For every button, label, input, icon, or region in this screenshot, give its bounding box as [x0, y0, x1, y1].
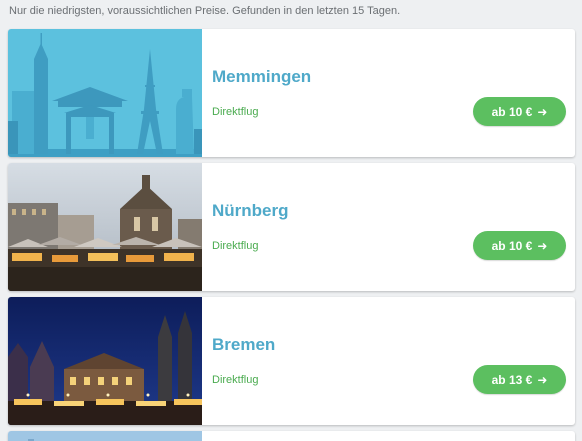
destination-image-memmingen — [8, 29, 202, 157]
destination-card-partial[interactable] — [8, 431, 575, 441]
price-label: ab 10 € — [491, 104, 533, 119]
price-label: ab 13 € — [491, 372, 533, 387]
price-button[interactable]: ab 10 € ➜ — [473, 231, 566, 260]
price-button[interactable]: ab 10 € ➜ — [473, 97, 566, 126]
city-name: Bremen — [212, 335, 276, 354]
destination-card-memmingen[interactable]: Memmingen Direktflug ab 10 € ➜ — [8, 29, 575, 157]
price-button[interactable]: ab 13 € ➜ — [473, 365, 566, 394]
price-disclaimer: Nur die niedrigsten, voraussichtlichen P… — [9, 5, 401, 17]
arrow-right-icon: ➜ — [537, 372, 548, 387]
arrow-right-icon: ➜ — [537, 238, 548, 253]
destination-card-bremen[interactable]: Bremen Direktflug ab 13 € ➜ — [8, 297, 575, 425]
flight-type-label: Direktflug — [212, 106, 259, 118]
price-label: ab 10 € — [491, 238, 533, 253]
flight-type-label: Direktflug — [212, 240, 259, 252]
destination-card-nuernberg[interactable]: Nürnberg Direktflug ab 10 € ➜ — [8, 163, 575, 291]
destination-image-nuernberg — [8, 163, 202, 291]
destination-image-partial — [8, 431, 202, 441]
flight-type-label: Direktflug — [212, 374, 259, 386]
destination-list: Memmingen Direktflug ab 10 € ➜ Nürnberg … — [8, 29, 575, 441]
destination-image-bremen — [8, 297, 202, 425]
city-name: Memmingen — [212, 67, 312, 86]
city-name: Nürnberg — [212, 201, 289, 220]
arrow-right-icon: ➜ — [537, 104, 548, 119]
